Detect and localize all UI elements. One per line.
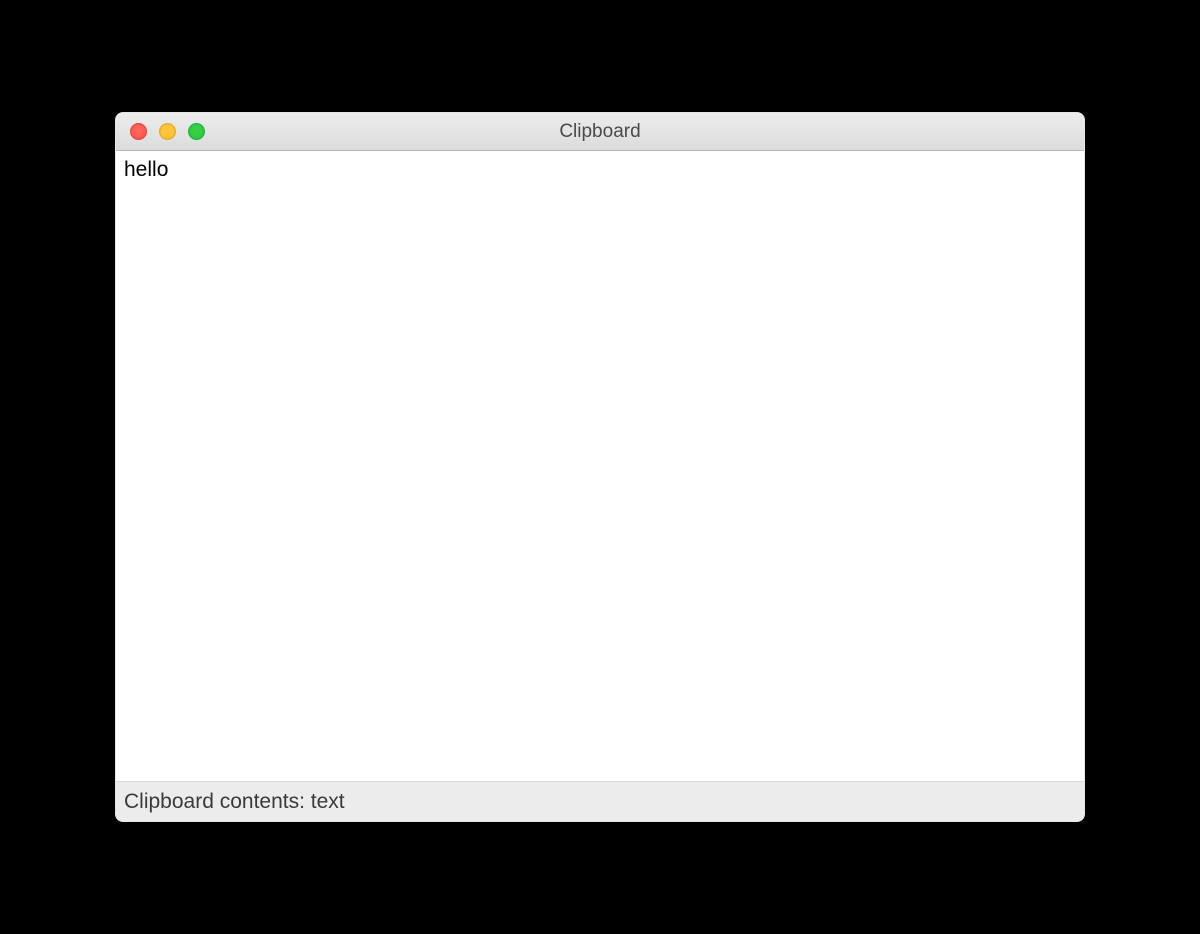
maximize-button[interactable]	[188, 123, 205, 140]
window-controls	[116, 123, 205, 140]
content-text: hello	[124, 158, 168, 181]
text-content-area[interactable]: hello	[116, 151, 1084, 781]
minimize-button[interactable]	[159, 123, 176, 140]
application-window: Clipboard hello Clipboard contents: text	[115, 112, 1085, 822]
window-title: Clipboard	[116, 121, 1084, 143]
close-button[interactable]	[130, 123, 147, 140]
status-bar: Clipboard contents: text	[116, 781, 1084, 821]
title-bar[interactable]: Clipboard	[116, 113, 1084, 151]
status-label: Clipboard contents: text	[124, 790, 345, 814]
